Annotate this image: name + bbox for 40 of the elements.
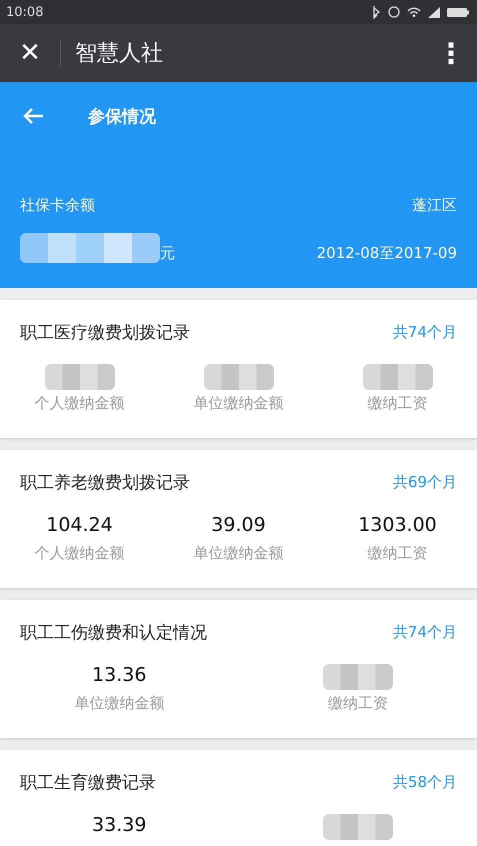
amount-label: 个人缴纳金额 bbox=[34, 544, 124, 563]
card-title: 职工养老缴费划拨记录 bbox=[20, 472, 190, 494]
balance-label: 社保卡余额 bbox=[20, 196, 95, 215]
month-count: 共74个月 bbox=[392, 322, 457, 342]
amount-value: 39.09 bbox=[211, 514, 266, 538]
district-label: 蓬江区 bbox=[412, 196, 457, 215]
status-time: 10:08 bbox=[6, 4, 44, 20]
card-title: 职工医疗缴费划拨记录 bbox=[20, 322, 190, 344]
record-card[interactable]: 职工生育缴费记录 共58个月 33.39 bbox=[0, 750, 477, 846]
amount-label: 单位缴纳金额 bbox=[194, 544, 284, 563]
card-title: 职工工伤缴费和认定情况 bbox=[20, 622, 207, 644]
alarm-icon bbox=[388, 6, 400, 18]
wifi-icon bbox=[407, 7, 421, 17]
amount-label: 缴纳工资 bbox=[368, 544, 428, 563]
amount-value: 33.39 bbox=[92, 814, 146, 838]
period-range: 2012-08至2017-09 bbox=[316, 244, 457, 263]
menu-button[interactable]: ⋮ bbox=[431, 24, 471, 82]
month-count: 共58个月 bbox=[392, 772, 457, 792]
month-count: 共74个月 bbox=[392, 622, 457, 642]
amount-value: 13.36 bbox=[92, 664, 146, 688]
card-title: 职工生育缴费记录 bbox=[20, 772, 156, 794]
amount-label: 个人缴纳金额 bbox=[34, 394, 124, 413]
close-button[interactable]: ✕ bbox=[0, 24, 60, 82]
amount-label: 缴纳工资 bbox=[328, 694, 388, 713]
amount-label: 单位缴纳金额 bbox=[74, 694, 164, 713]
month-count: 共69个月 bbox=[392, 472, 457, 492]
currency-unit: 元 bbox=[160, 244, 175, 263]
signal-icon bbox=[428, 6, 440, 18]
amount-value: 1303.00 bbox=[358, 514, 437, 538]
battery-icon bbox=[447, 8, 469, 16]
bluetooth-icon bbox=[373, 5, 381, 19]
back-icon[interactable] bbox=[22, 107, 44, 125]
amount-value: 104.24 bbox=[46, 514, 113, 538]
record-card[interactable]: 职工医疗缴费划拨记录 共74个月 个人缴纳金额 单位缴纳金额 缴纳工资 bbox=[0, 300, 477, 438]
page-title: 参保情况 bbox=[88, 106, 156, 128]
record-card[interactable]: 职工养老缴费划拨记录 共69个月 104.24 个人缴纳金额 39.09 单位缴纳金额 1303.00 缴纳工资 bbox=[0, 450, 477, 588]
amount-label: 缴纳工资 bbox=[368, 394, 428, 413]
app-title: 智慧人社 bbox=[75, 40, 164, 68]
amount-label: 单位缴纳金额 bbox=[194, 394, 284, 413]
record-card[interactable]: 职工工伤缴费和认定情况 共74个月 13.36 单位缴纳金额 缴纳工资 bbox=[0, 600, 477, 738]
